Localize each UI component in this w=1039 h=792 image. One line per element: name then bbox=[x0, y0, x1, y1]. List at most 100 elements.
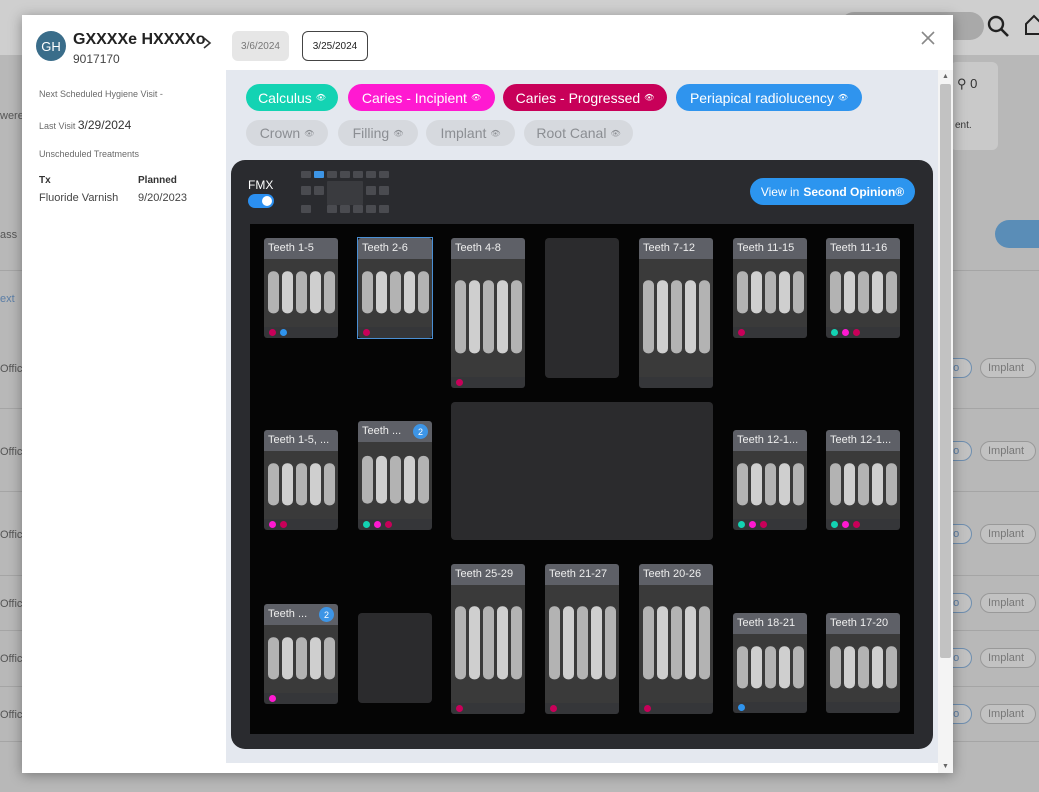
xray-tile-footer bbox=[733, 702, 807, 713]
xray-image bbox=[826, 634, 900, 702]
xray-tile[interactable]: Teeth 7-12 bbox=[639, 238, 713, 388]
xray-tile-footer bbox=[639, 377, 713, 388]
finding-dot bbox=[842, 521, 849, 528]
fmx-viewer: FMX View in Second Opinion® Teeth 1-5 Te… bbox=[231, 160, 933, 749]
scrollbar[interactable]: ▲ ▼ bbox=[938, 70, 953, 773]
xray-tile[interactable]: Teeth ... 2 bbox=[358, 421, 432, 530]
filter-pill-caries-incipient[interactable]: Caries - Incipient 👁 bbox=[348, 84, 495, 111]
imaging-content: Calculus 👁 Caries - Incipient 👁 Caries - P… bbox=[226, 70, 938, 763]
finding-dot bbox=[280, 521, 287, 528]
xray-tile[interactable]: Teeth 17-20 bbox=[826, 613, 900, 713]
planned-header: Planned bbox=[138, 175, 177, 186]
xray-image bbox=[545, 585, 619, 703]
xray-tile-footer bbox=[826, 702, 900, 713]
xray-tile-label: Teeth 1-5, ... bbox=[264, 430, 338, 451]
filter-pill-crown[interactable]: Crown 👁 bbox=[246, 120, 328, 146]
xray-tile-footer bbox=[358, 519, 432, 530]
filter-pill-calculus[interactable]: Calculus 👁 bbox=[246, 84, 338, 111]
xray-tile-footer bbox=[733, 519, 807, 530]
xray-tile[interactable]: Teeth 2-6 bbox=[357, 237, 433, 339]
empty-slot bbox=[451, 402, 713, 540]
patient-id: 9017170 bbox=[73, 52, 120, 66]
finding-dot bbox=[456, 379, 463, 386]
finding-dot bbox=[269, 521, 276, 528]
eye-off-icon: 👁 bbox=[393, 128, 404, 138]
pill-label: Periapical radiolucency bbox=[689, 89, 834, 106]
fmx-layout-map[interactable] bbox=[301, 169, 393, 215]
xray-image bbox=[451, 259, 525, 377]
treatment-name: Fluoride Varnish bbox=[39, 192, 119, 204]
filter-pill-root-canal[interactable]: Root Canal 👁 bbox=[524, 120, 633, 146]
xray-tile[interactable]: Teeth 1-5 bbox=[264, 238, 338, 338]
finding-dot bbox=[374, 521, 381, 528]
xray-tile-footer bbox=[264, 327, 338, 338]
patient-sidebar: Next Scheduled Hygiene Visit - Last Visi… bbox=[22, 70, 226, 773]
xray-image bbox=[733, 634, 807, 702]
finding-dot bbox=[853, 329, 860, 336]
date-tab[interactable]: 3/6/2024 bbox=[232, 31, 289, 61]
xray-tile-footer bbox=[826, 519, 900, 530]
scrollbar-thumb[interactable] bbox=[940, 84, 951, 658]
xray-tile-label: Teeth 17-20 bbox=[826, 613, 900, 634]
fmx-toggle[interactable] bbox=[248, 194, 274, 208]
xray-tile-footer bbox=[639, 703, 713, 714]
xray-tile-footer bbox=[264, 693, 338, 704]
finding-dot bbox=[738, 329, 745, 336]
pill-label: Filling bbox=[352, 125, 390, 141]
xray-image bbox=[826, 259, 900, 327]
xray-tile[interactable]: Teeth ... 2 bbox=[264, 604, 338, 704]
filter-pill-periapical-radiolucency[interactable]: Periapical radiolucency 👁 bbox=[676, 84, 862, 111]
tx-header: Tx bbox=[39, 175, 51, 186]
xray-image bbox=[264, 259, 338, 327]
background-row-label: were bbox=[0, 110, 24, 122]
finding-dot bbox=[280, 329, 287, 336]
image-count-badge: 2 bbox=[413, 424, 428, 439]
patient-name[interactable]: GXXXXe HXXXXo bbox=[73, 31, 206, 49]
background-tag-implant: Implant bbox=[980, 648, 1036, 668]
xray-tile[interactable]: Teeth 12-1... bbox=[733, 430, 807, 530]
xray-tile-label: Teeth 2-6 bbox=[358, 238, 432, 259]
xray-image bbox=[264, 625, 338, 693]
unscheduled-treatments-label: Unscheduled Treatments bbox=[39, 149, 140, 159]
background-card-text: ent. bbox=[955, 120, 972, 131]
date-tab-selected[interactable]: 3/25/2024 bbox=[302, 31, 368, 61]
filter-pill-filling[interactable]: Filling 👁 bbox=[338, 120, 418, 146]
finding-dot bbox=[831, 329, 838, 336]
chevron-right-icon[interactable] bbox=[202, 37, 212, 49]
xray-tile-label: Teeth 11-16 bbox=[826, 238, 900, 259]
xray-tile[interactable]: Teeth 21-27 bbox=[545, 564, 619, 714]
empty-slot bbox=[545, 238, 619, 378]
xray-tile[interactable]: Teeth 12-1... bbox=[826, 430, 900, 530]
filter-pill-caries-progressed[interactable]: Caries - Progressed 👁 bbox=[503, 84, 667, 111]
xray-image bbox=[358, 442, 432, 519]
view-in-second-opinion-button[interactable]: View in Second Opinion® bbox=[750, 178, 915, 205]
pill-label: Crown bbox=[259, 125, 301, 141]
xray-tile[interactable]: Teeth 11-15 bbox=[733, 238, 807, 338]
filter-pill-implant[interactable]: Implant 👁 bbox=[426, 120, 515, 146]
xray-tile[interactable]: Teeth 18-21 bbox=[733, 613, 807, 713]
scroll-up-arrow-icon[interactable]: ▲ bbox=[942, 73, 949, 80]
xray-tile[interactable]: Teeth 25-29 bbox=[451, 564, 525, 714]
xray-tile[interactable]: Teeth 4-8 bbox=[451, 238, 525, 388]
treatment-planned-date: 9/20/2023 bbox=[138, 192, 187, 204]
xray-tile-label: Teeth 4-8 bbox=[451, 238, 525, 259]
home-icon bbox=[1025, 14, 1039, 35]
xray-tile-footer bbox=[826, 327, 900, 338]
xray-tile[interactable]: Teeth 20-26 bbox=[639, 564, 713, 714]
xray-image bbox=[639, 259, 713, 377]
background-blue-button bbox=[995, 220, 1039, 248]
xray-tile[interactable]: Teeth 1-5, ... bbox=[264, 430, 338, 530]
image-count-badge: 2 bbox=[319, 607, 334, 622]
xray-tile-label: Teeth 21-27 bbox=[545, 564, 619, 585]
next-hygiene-visit: Next Scheduled Hygiene Visit - bbox=[39, 89, 163, 99]
eye-icon: 👁 bbox=[644, 93, 655, 102]
xray-tile-footer bbox=[358, 327, 432, 338]
scroll-down-arrow-icon[interactable]: ▼ bbox=[942, 763, 949, 770]
xray-image bbox=[733, 259, 807, 327]
eye-off-icon: 👁 bbox=[490, 128, 501, 138]
close-icon[interactable] bbox=[918, 28, 938, 48]
background-tag-implant: Implant bbox=[980, 524, 1036, 544]
pill-label: Root Canal bbox=[536, 125, 607, 141]
xray-tile[interactable]: Teeth 11-16 bbox=[826, 238, 900, 338]
next-hygiene-value: - bbox=[159, 89, 163, 99]
